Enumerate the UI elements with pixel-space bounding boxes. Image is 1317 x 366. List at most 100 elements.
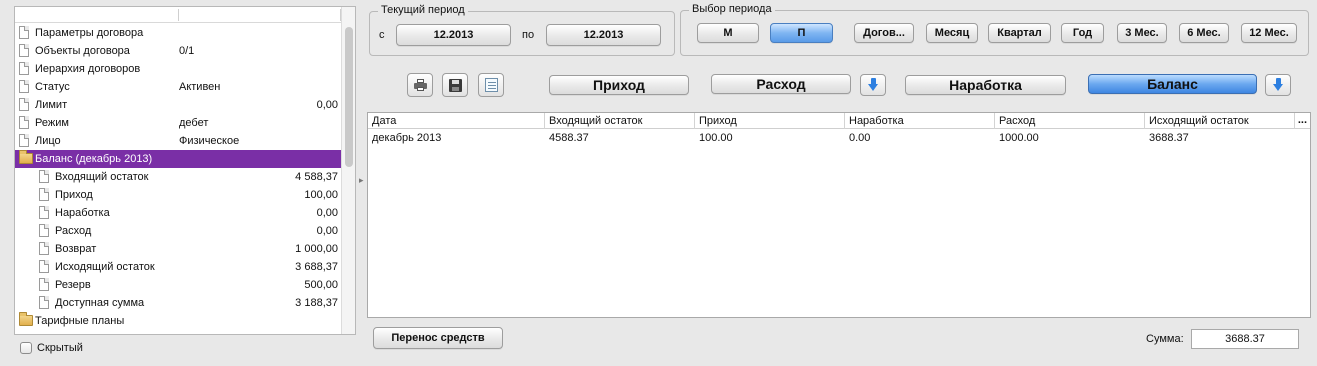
save-button[interactable]: [442, 73, 468, 97]
period-to-button[interactable]: 12.2013: [546, 24, 661, 46]
expense-dropdown-button[interactable]: [860, 74, 886, 96]
column-header-closing-balance[interactable]: Исходящий остаток: [1145, 113, 1295, 129]
tree-item-amount: 3 188,37: [295, 297, 338, 309]
tree-rows: Параметры договора Объекты договора 0/1 Иер…: [15, 24, 342, 330]
table-header: Дата Входящий остаток Приход Наработка Р…: [368, 113, 1310, 129]
tree-item[interactable]: Режим дебет: [15, 114, 342, 132]
tree-item[interactable]: Расход 0,00: [15, 222, 342, 240]
tree-item-label: Исходящий остаток: [55, 261, 155, 273]
column-menu-button[interactable]: ...: [1298, 113, 1307, 129]
tree-item-label: Возврат: [55, 243, 97, 255]
tree-item-value: 0/1: [179, 45, 195, 57]
current-period-title: Текущий период: [378, 4, 468, 16]
balance-dropdown-button[interactable]: [1265, 74, 1291, 96]
table-cell: 1000.00: [999, 132, 1039, 144]
tree-item[interactable]: Входящий остаток 4 588,37: [15, 168, 342, 186]
tree-item[interactable]: Лимит 0,00: [15, 96, 342, 114]
tree-item-amount: 0,00: [316, 207, 338, 219]
column-header-accrual[interactable]: Наработка: [845, 113, 995, 129]
period-from-button[interactable]: 12.2013: [396, 24, 511, 46]
print-button[interactable]: [407, 73, 433, 97]
tree-item[interactable]: Исходящий остаток 3 688,37: [15, 258, 342, 276]
tree-scrollbar-thumb[interactable]: [345, 27, 353, 167]
tree-item-label: Расход: [55, 225, 92, 237]
balance-table: Дата Входящий остаток Приход Наработка Р…: [367, 112, 1311, 318]
document-icon: [39, 260, 49, 273]
tree-item[interactable]: Наработка 0,00: [15, 204, 342, 222]
tree-item-amount: 0,00: [316, 225, 338, 237]
column-header-expense[interactable]: Расход: [995, 113, 1145, 129]
period-button-p[interactable]: П: [770, 23, 833, 43]
tree-item[interactable]: Доступная сумма 3 188,37: [15, 294, 342, 312]
folder-icon: [19, 312, 33, 326]
view-balance-button[interactable]: Баланс: [1088, 74, 1257, 94]
current-period-group: Текущий период с 12.2013 по 12.2013: [369, 4, 675, 56]
period-button-6-months[interactable]: 6 Мес.: [1179, 23, 1229, 43]
tree-item-amount: 100,00: [304, 189, 338, 201]
period-button-12-months[interactable]: 12 Мес.: [1241, 23, 1297, 43]
period-button-month[interactable]: Месяц: [926, 23, 978, 43]
document-icon: [39, 278, 49, 291]
period-button-3-months[interactable]: 3 Мес.: [1117, 23, 1167, 43]
tree-item[interactable]: Объекты договора 0/1: [15, 42, 342, 60]
document-icon: [39, 224, 49, 237]
tree-item-amount: 4 588,37: [295, 171, 338, 183]
period-select-group: Выбор периода М П Догов... Месяц Квартал Год 3…: [680, 3, 1309, 56]
tree-item[interactable]: Тарифные планы: [15, 312, 342, 330]
transfer-funds-button[interactable]: Перенос средств: [373, 327, 503, 349]
hidden-checkbox-label: Скрытый: [37, 342, 83, 355]
arrow-down-icon: [868, 78, 879, 92]
table-row[interactable]: декабрь 2013 4588.37 100.00 0.00 1000.00…: [368, 130, 1310, 146]
view-expense-button[interactable]: Расход: [711, 74, 851, 94]
tree-item[interactable]: Иерархия договоров: [15, 60, 342, 78]
tree-item[interactable]: Приход 100,00: [15, 186, 342, 204]
tree-item[interactable]: Резерв 500,00: [15, 276, 342, 294]
tree-item-label: Наработка: [55, 207, 110, 219]
tree-item-amount: 3 688,37: [295, 261, 338, 273]
column-header-income[interactable]: Приход: [695, 113, 845, 129]
table-cell: 0.00: [849, 132, 871, 144]
sum-field[interactable]: 3688.37: [1191, 329, 1299, 349]
tree-item-amount: 1 000,00: [295, 243, 338, 255]
document-icon: [39, 242, 49, 255]
view-accrual-button[interactable]: Наработка: [905, 75, 1066, 95]
tree-item-label: Лицо: [35, 135, 61, 147]
document-icon: [19, 98, 29, 111]
tree-item[interactable]: Параметры договора: [15, 24, 342, 42]
tree-item[interactable]: Статус Активен: [15, 78, 342, 96]
arrow-down-icon: [1273, 78, 1284, 92]
hidden-checkbox[interactable]: Скрытый: [20, 341, 83, 355]
column-header-date[interactable]: Дата: [368, 113, 545, 129]
table-cell: декабрь 2013: [372, 132, 442, 144]
tree-item[interactable]: Возврат 1 000,00: [15, 240, 342, 258]
tree-scrollbar[interactable]: [341, 7, 355, 334]
document-icon: [19, 80, 29, 93]
column-header-opening-balance[interactable]: Входящий остаток: [545, 113, 695, 129]
period-button-quarter[interactable]: Квартал: [988, 23, 1051, 43]
period-button-contract[interactable]: Догов...: [854, 23, 914, 43]
tree-item[interactable]: Лицо Физическое: [15, 132, 342, 150]
tree-column-separator[interactable]: [178, 9, 179, 21]
splitter-handle[interactable]: ▸: [359, 175, 364, 186]
document-icon: [19, 26, 29, 39]
hidden-checkbox-box[interactable]: [20, 342, 32, 355]
period-button-year[interactable]: Год: [1061, 23, 1104, 43]
period-select-title: Выбор периода: [689, 3, 775, 15]
printer-icon: [414, 79, 427, 91]
document-icon: [19, 44, 29, 57]
document-icon: [19, 62, 29, 75]
print-preview-button[interactable]: [478, 73, 504, 97]
tree-item[interactable]: Баланс (декабрь 2013): [15, 150, 342, 168]
document-icon: [19, 134, 29, 147]
view-income-button[interactable]: Приход: [549, 75, 689, 95]
tree-item-label: Тарифные планы: [35, 315, 125, 327]
table-cell: 100.00: [699, 132, 733, 144]
document-icon: [39, 206, 49, 219]
document-icon: [39, 296, 49, 309]
tree-header: [15, 7, 342, 23]
save-icon: [449, 79, 462, 92]
period-button-m[interactable]: М: [697, 23, 759, 43]
tree-item-label: Режим: [35, 117, 69, 129]
period-to-label: по: [522, 29, 535, 41]
tree-item-label: Входящий остаток: [55, 171, 149, 183]
